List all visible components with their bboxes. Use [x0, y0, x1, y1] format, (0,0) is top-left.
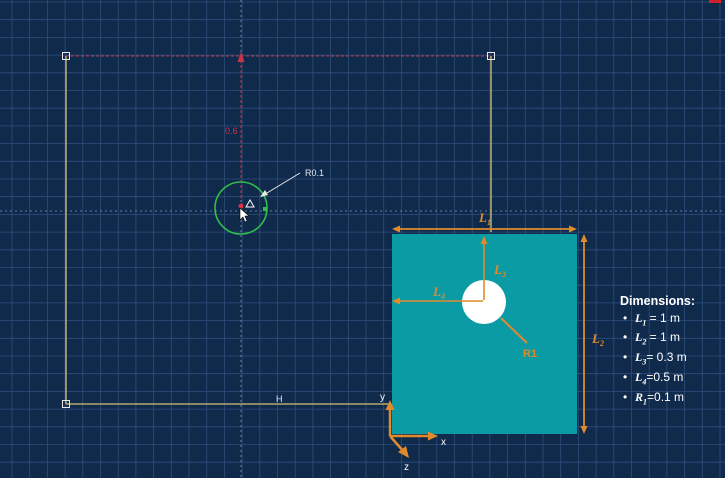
- dimension-value: = 1 m: [646, 310, 681, 325]
- cursor-hint-icon: [245, 198, 255, 208]
- axis-z-label: z: [404, 462, 409, 473]
- dimension-l1: L1: [392, 210, 577, 233]
- radius-callout[interactable]: R0.1: [260, 168, 324, 197]
- label-l1: L1: [478, 210, 491, 227]
- axis-x-label: x: [441, 437, 446, 448]
- label-l2: L2: [591, 331, 604, 348]
- dimensions-title: Dimensions:: [620, 294, 696, 308]
- mouse-cursor-icon: [239, 207, 250, 223]
- dimension-value: =0.5 m: [646, 370, 684, 385]
- dimension-item: L3= 0.3 m: [623, 350, 695, 370]
- horizontal-constraint-label: H: [276, 394, 283, 404]
- dimensions-list: L1 = 1 mL2 = 1 mL3= 0.3 mL4=0.5 mR1=0.1 …: [620, 311, 695, 410]
- dimension-item: R1=0.1 m: [623, 390, 695, 410]
- dimension-value: = 0.3 m: [646, 350, 687, 365]
- circle-center-point[interactable]: [238, 203, 244, 209]
- dimension-item: L4=0.5 m: [623, 370, 695, 390]
- dimension-l2: L2: [580, 234, 604, 434]
- dimension-symbol: R: [635, 390, 644, 405]
- axis-y-label: y: [380, 392, 385, 403]
- dimension-value-0-6: 0.6: [225, 126, 238, 136]
- radius-value: R0.1: [305, 168, 324, 178]
- dimensions-panel: Dimensions: L1 = 1 mL2 = 1 mL3= 0.3 mL4=…: [620, 294, 695, 410]
- sketch-grid: [0, 0, 725, 478]
- dimension-value: =0.1 m: [647, 390, 685, 405]
- dimension-value: = 1 m: [646, 330, 681, 345]
- label-r1: R1: [523, 348, 537, 360]
- dimension-item: L2 = 1 m: [623, 330, 695, 350]
- circle-snap-point: [263, 207, 267, 211]
- dimension-item: L1 = 1 m: [623, 311, 695, 331]
- window-corner-indicator: [709, 0, 721, 3]
- plate-diagram: L1 L2 L3 L4 R1 x y z: [380, 210, 604, 473]
- sketch-canvas[interactable]: 0.6 R0.1 H L1 L2 L3 L4 R1 x y z: [0, 0, 725, 478]
